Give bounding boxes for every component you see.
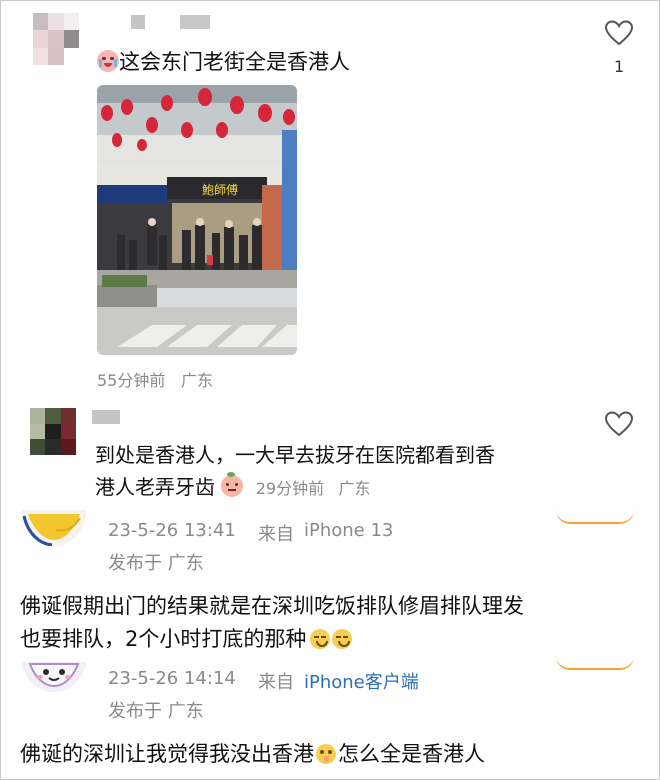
post-date: 23-5-26 13:41 [108, 520, 236, 541]
post-text: 港人老弄牙齿 29分钟前 广东 [95, 471, 370, 505]
username-redacted[interactable] [131, 15, 145, 29]
post-published-location: 发布于 广东 [108, 553, 204, 574]
post-text-content: 这会东门老街全是香港人 [119, 50, 350, 74]
post-source-label: 来自 [258, 524, 294, 545]
post-location: 广东 [338, 479, 371, 498]
shop-sign: 鮑師傅 [202, 183, 238, 197]
post-date: 23-5-26 14:14 [108, 668, 236, 689]
post-text: 佛诞假期出门的结果就是在深圳吃饭排队修眉排队理发 [20, 594, 524, 618]
avatar[interactable] [22, 510, 86, 546]
post-device[interactable]: iPhone 13 [304, 520, 393, 541]
decorative-underline [556, 656, 634, 670]
username-redacted[interactable] [180, 15, 210, 29]
avatar[interactable] [30, 408, 76, 455]
like-heart-icon[interactable] [604, 410, 634, 438]
squinting-face-emoji-icon [332, 629, 353, 649]
post-text: 到处是香港人，一大早去拔牙在医院都看到香 [95, 443, 495, 467]
post-location: 广东 [181, 371, 214, 390]
squinting-face-emoji-icon [310, 629, 331, 649]
post-timestamp: 29分钟前 [255, 479, 325, 498]
post-text-content: 佛诞的深圳让我觉得我没出香港 [20, 742, 314, 766]
crying-emoji-icon [97, 50, 119, 72]
street-photo[interactable]: 鮑師傅 [97, 85, 297, 355]
post-text: 这会东门老街全是香港人 [97, 47, 350, 77]
like-count: 1 [614, 57, 625, 76]
shushing-face-emoji-icon [316, 744, 336, 764]
post-timestamp: 55分钟前 [97, 371, 166, 390]
post-source-label: 来自 [258, 672, 294, 693]
peach-face-emoji-icon [221, 472, 244, 497]
like-heart-icon[interactable] [604, 19, 634, 47]
post-text: 佛诞的深圳让我觉得我没出香港 怎么全是香港人 [20, 738, 485, 771]
post-text-content: 怎么全是香港人 [338, 742, 485, 766]
post-published-location: 发布于 广东 [108, 701, 204, 722]
decorative-underline [556, 510, 634, 524]
avatar[interactable] [22, 662, 86, 692]
post-device-link[interactable]: iPhone客户端 [304, 668, 419, 694]
username-redacted[interactable] [92, 410, 120, 424]
post-text-content: 也要排队，2个小时打底的那种 [20, 627, 307, 651]
post-text: 也要排队，2个小时打底的那种 [20, 623, 353, 656]
post-text-content: 港人老弄牙齿 [95, 475, 215, 499]
avatar[interactable] [33, 13, 79, 65]
